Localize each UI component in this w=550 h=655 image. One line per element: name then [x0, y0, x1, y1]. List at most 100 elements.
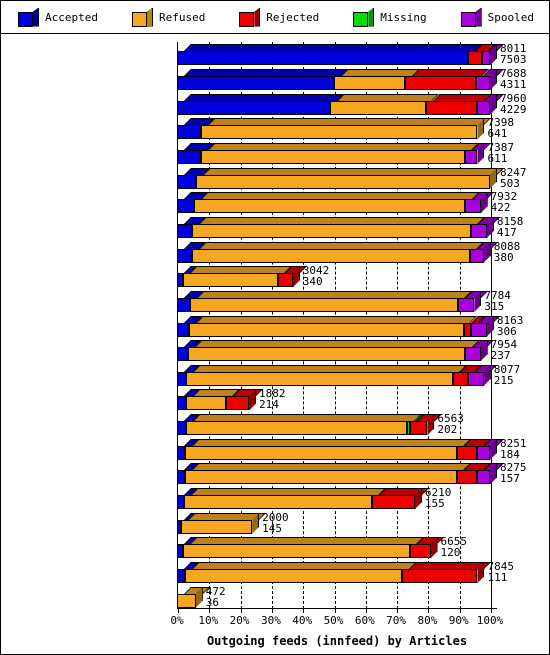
x-axis-tick	[459, 608, 461, 613]
bar-segment-accepted	[177, 371, 187, 386]
bar-value-labels: 8011 7503	[500, 43, 527, 65]
bar-segment-top-accepted	[184, 44, 483, 52]
bar-segment-accepted	[177, 347, 188, 362]
bar-value-bottom: 111	[487, 571, 508, 585]
x-axis-tick	[209, 608, 211, 613]
bar-row	[177, 414, 442, 436]
bar-segment-refused	[201, 149, 466, 164]
bar-segment-spooled	[469, 248, 484, 263]
bar-segment-rejected	[425, 100, 478, 115]
x-axis-tick-label: 70%	[386, 614, 407, 627]
bar-segment-refused	[184, 445, 458, 460]
bar-value-bottom: 641	[487, 127, 508, 141]
bar-row	[177, 537, 445, 559]
bar-segment-top-refused	[191, 463, 472, 471]
x-axis-tick-label: 50%	[323, 614, 344, 627]
bar-segment-spooled	[475, 75, 490, 90]
bar-segment-refused	[193, 199, 466, 214]
bar-segment-top-refused	[197, 290, 472, 298]
bar-row	[177, 44, 504, 66]
bar-segment-refused	[190, 297, 458, 312]
bar-segment-accepted	[177, 174, 196, 189]
bar-segment-refused	[186, 371, 454, 386]
x-axis-tick-label: 40%	[292, 614, 313, 627]
cube-icon	[353, 7, 375, 27]
bar-row	[177, 167, 504, 189]
bar-value-bottom: 145	[262, 521, 282, 535]
bar-segment-accepted	[177, 495, 185, 510]
legend-item-missing: Missing	[353, 7, 427, 27]
bar-segment-top-refused	[191, 438, 472, 446]
bar-segment-refused	[186, 396, 226, 411]
bar-segment-top-refused	[191, 488, 387, 496]
bar-segment-refused	[189, 322, 464, 337]
bar-segment-rejected	[453, 371, 469, 386]
bar-segment-top-accepted	[184, 68, 348, 76]
legend-label: Accepted	[44, 10, 98, 24]
bar-value-top: 8163	[496, 313, 524, 327]
bar-value-bottom: 215	[493, 373, 514, 387]
bar-segment-rejected	[277, 273, 293, 288]
bar-segment-accepted	[177, 322, 190, 337]
bar-value-bottom: 380	[493, 250, 514, 264]
bar-value-labels: 7398 641	[487, 117, 514, 139]
bar-value-labels: 8077 215	[494, 364, 521, 386]
bar-row	[177, 290, 489, 312]
bar-segment-top-refused	[340, 68, 420, 76]
bar-segment-accepted	[177, 149, 202, 164]
bar-value-bottom: 4229	[500, 102, 527, 116]
x-axis-tick	[334, 608, 336, 613]
bar-segment-spooled	[471, 223, 487, 238]
chart-title: Outgoing feeds (innfeed) by Articles	[206, 634, 468, 648]
bar-segment-accepted	[177, 51, 469, 66]
bar-segment-accepted	[177, 470, 185, 485]
bar-segment-refused	[201, 125, 478, 140]
bar-segment-spooled	[477, 100, 490, 115]
bar-segment-top-refused	[199, 241, 484, 249]
legend-label: Missing	[380, 10, 427, 24]
bar-row	[177, 438, 504, 460]
bar-value-bottom: 120	[440, 546, 461, 560]
x-axis-tick	[178, 608, 179, 613]
plot-area: Outgoing feeds (innfeed) by Articles 0% 1…	[1, 34, 549, 654]
bar-value-bottom: 422	[490, 201, 511, 215]
bar-row	[177, 512, 267, 534]
bar-row	[177, 562, 492, 584]
bar-segment-top-accepted	[184, 93, 345, 101]
bar-value-bottom: 202	[437, 423, 458, 437]
bar-segment-refused	[330, 100, 426, 115]
bar-value-bottom: 7503	[500, 53, 527, 67]
bar-segment-rejected	[225, 396, 249, 411]
bar-row	[177, 315, 501, 337]
bar-row	[177, 586, 210, 608]
bar-value-labels: 1882 214	[259, 388, 286, 410]
bar-value-bottom: 315	[484, 299, 505, 313]
bar-segment-top-refused	[190, 537, 425, 545]
bar-value-labels: 3042 340	[303, 265, 330, 287]
bar-segment-rejected	[463, 322, 472, 337]
legend-label: Rejected	[266, 10, 320, 24]
x-axis-tick-label: 60%	[354, 614, 375, 627]
bar-value-bottom: 155	[424, 497, 445, 511]
legend-label: Spooled	[487, 10, 534, 24]
bar-segment-top-rejected	[432, 93, 492, 101]
bar-value-labels: 7387 611	[487, 142, 514, 164]
bar-value-labels: 7845 111	[487, 561, 514, 583]
bar-segment-spooled	[482, 51, 490, 66]
x-axis-tick-label: 30%	[260, 614, 281, 627]
bar-row	[177, 340, 495, 362]
bar-segment-spooled	[465, 149, 478, 164]
cube-icon	[460, 7, 482, 27]
bar-row	[177, 142, 492, 164]
x-axis-tick	[397, 608, 399, 613]
bar-segment-accepted	[177, 569, 185, 584]
bar-row	[177, 266, 307, 288]
bar-value-bottom: 611	[487, 151, 508, 165]
bar-value-top: 8088	[493, 239, 521, 253]
bar-segment-top-refused	[191, 562, 417, 570]
cube-icon	[131, 7, 153, 27]
chart-legend: Accepted Refused Rejected Missing Spooled	[1, 1, 549, 34]
bar-segment-refused	[183, 544, 411, 559]
bar-row	[177, 93, 504, 115]
bar-value-labels: 8251 184	[500, 438, 527, 460]
